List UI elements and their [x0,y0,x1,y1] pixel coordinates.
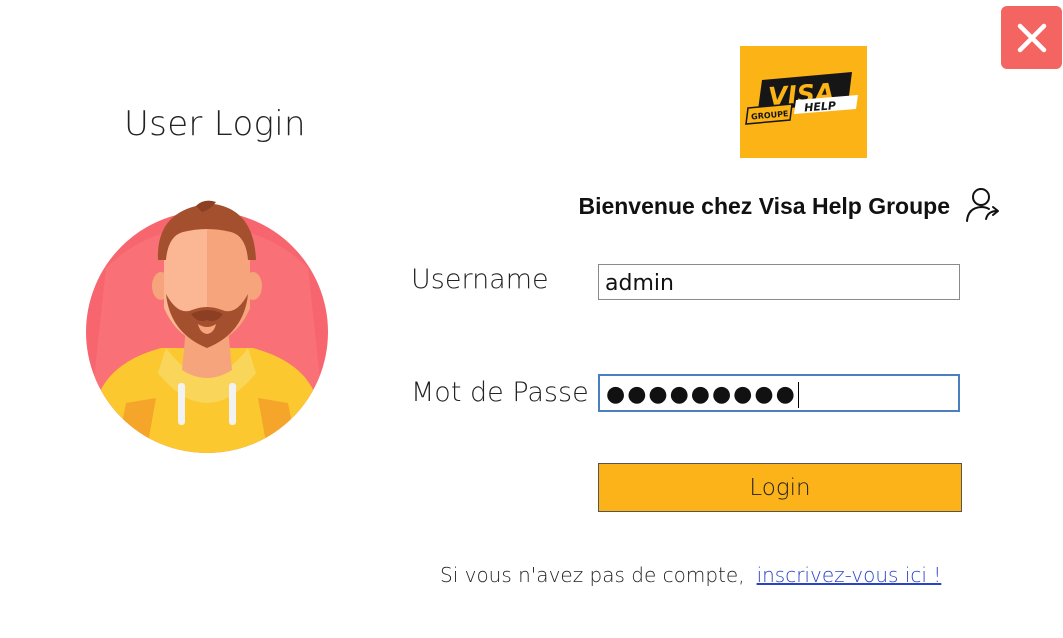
text-caret [797,382,800,408]
signup-link[interactable]: inscrivez-vous ici ! [757,563,942,587]
avatar-illustration [86,200,328,453]
visa-help-logo: VISA HELP GROUPE [740,46,867,158]
avatar [86,198,328,454]
password-value: ●●●●●●●●● [606,382,797,407]
close-button[interactable] [1001,6,1062,69]
login-button[interactable]: Login [598,463,962,512]
signup-prompt: Si vous n'avez pas de compte, inscrivez-v… [440,563,941,587]
user-arrow-icon[interactable] [964,186,1004,224]
logo-graphic: VISA HELP GROUPE [740,46,867,158]
password-label: Mot de Passe [411,377,589,408]
username-value: admin [605,271,674,296]
password-input[interactable]: ●●●●●●●●● [598,374,960,412]
username-label: Username [411,264,549,295]
signup-prompt-text: Si vous n'avez pas de compte, [440,563,745,587]
welcome-row: Bienvenue chez Visa Help Groupe [560,184,1010,228]
username-input[interactable]: admin [598,264,960,300]
login-window: User Login VISA HELP GROUPE Bienvenue ch… [0,0,1063,638]
page-title: User Login [124,104,306,144]
welcome-text: Bienvenue chez Visa Help Groupe [578,193,950,219]
close-icon [1017,23,1046,52]
login-button-label: Login [749,474,811,501]
svg-text:HELP: HELP [804,99,837,114]
